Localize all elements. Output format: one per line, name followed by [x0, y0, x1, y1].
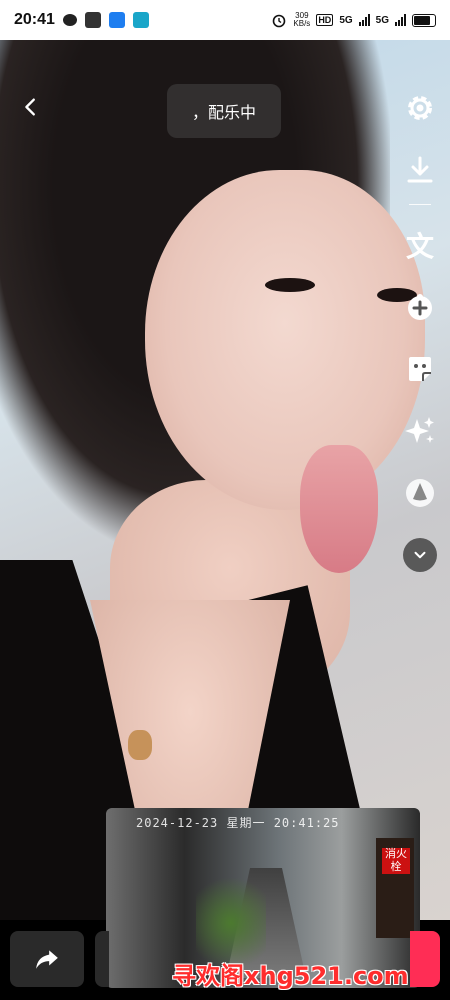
- download-button[interactable]: [402, 152, 438, 188]
- pendant: [128, 730, 152, 760]
- sim1-label: 5G: [339, 14, 353, 26]
- left-eye: [265, 278, 315, 292]
- cctv-timestamp: 2024-12-23 星期一 20:41:25: [136, 816, 340, 830]
- network-speed: 309 KB/s: [293, 11, 311, 28]
- enhance-button[interactable]: [402, 413, 438, 449]
- sim2-label: 5G: [375, 14, 389, 26]
- gear-icon: [408, 96, 432, 120]
- battery-icon: [412, 13, 436, 27]
- sticker-add-icon: [408, 294, 432, 320]
- status-bar: 20:41 309 KB/s HD 5G 5G: [0, 0, 450, 40]
- filter-drop-icon: [406, 479, 434, 507]
- download-icon: [407, 156, 433, 183]
- share-button[interactable]: [10, 931, 84, 987]
- back-button[interactable]: [14, 90, 48, 124]
- filter-button[interactable]: [402, 475, 438, 511]
- settings-button[interactable]: [402, 90, 438, 126]
- music-status-text: ，配乐中: [191, 105, 256, 122]
- video-preview[interactable]: ，配乐中 文: [0, 40, 450, 920]
- share-arrow-icon: [36, 950, 58, 969]
- rail-divider: [409, 204, 431, 205]
- music-status-pill[interactable]: ，配乐中: [167, 84, 281, 138]
- sticker-add-button[interactable]: [402, 289, 438, 325]
- wechat-icon: [62, 14, 77, 26]
- signal-icon-1: [358, 14, 370, 26]
- cctv-sign: 消火栓: [382, 848, 410, 874]
- map-icon: [84, 12, 101, 28]
- text-icon: 文: [405, 230, 434, 263]
- status-time: 20:41: [14, 11, 55, 28]
- sticker-face-icon: [409, 357, 431, 381]
- watermark-text: 寻欢阁xhg521.com: [172, 962, 409, 990]
- signal-icon-2: [395, 14, 406, 26]
- chevron-down-circle: [403, 538, 437, 572]
- app-icon-teal: [132, 12, 149, 28]
- face: [145, 170, 425, 510]
- alarm-icon: [273, 14, 286, 28]
- sparkle-icon: [405, 417, 434, 443]
- chevron-down-icon: [414, 551, 426, 559]
- edit-button[interactable]: [95, 931, 109, 987]
- sticker-button[interactable]: [402, 351, 438, 387]
- hd-badge: HD: [316, 14, 334, 26]
- text-button[interactable]: 文: [402, 227, 438, 263]
- chevron-left-icon: [25, 98, 35, 116]
- tongue: [300, 445, 378, 573]
- publish-button[interactable]: [410, 931, 440, 987]
- more-tools-button[interactable]: [402, 537, 438, 573]
- app-icon-blue: [108, 12, 125, 28]
- right-tool-rail: 文: [400, 90, 440, 599]
